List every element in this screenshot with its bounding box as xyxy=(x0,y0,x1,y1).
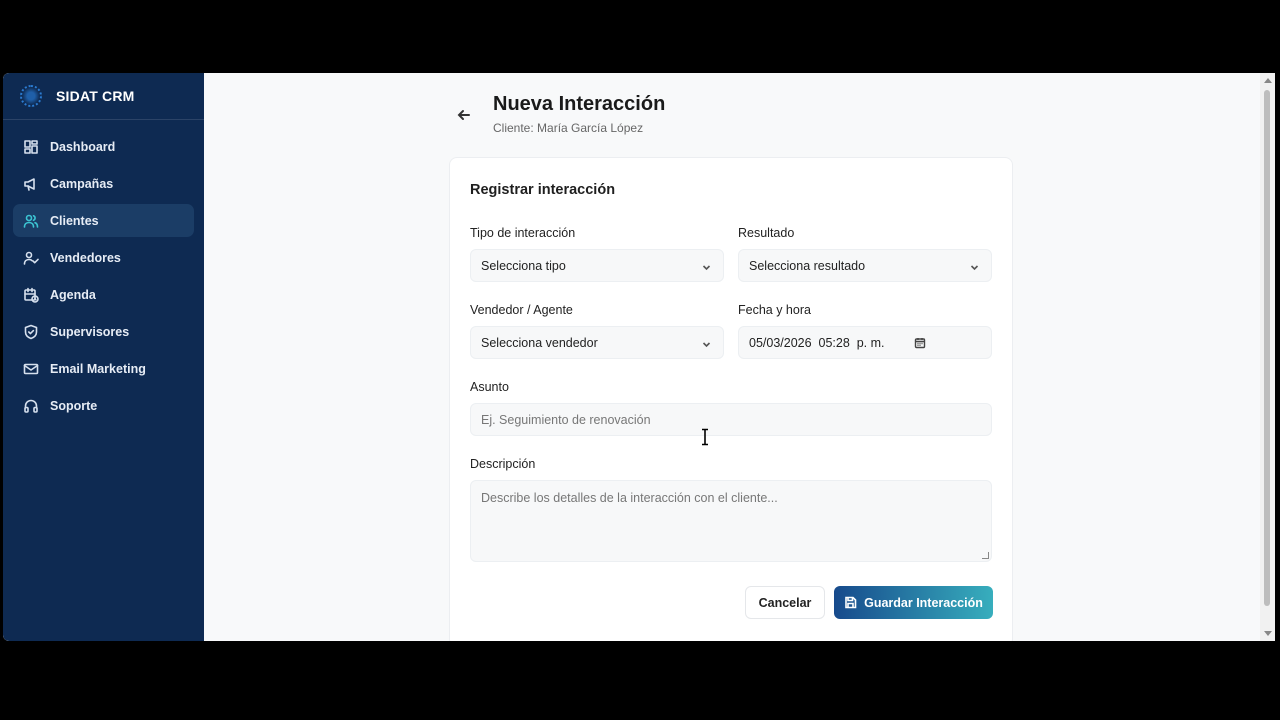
fecha-hora-value: 05/03/2026 05:28 p. m. xyxy=(749,335,885,350)
save-button-label: Guardar Interacción xyxy=(864,595,983,610)
sidebar-item-label: Vendedores xyxy=(50,250,121,265)
shield-icon xyxy=(24,324,38,339)
form-title: Registrar interacción xyxy=(470,182,616,198)
resultado-select[interactable]: Selecciona resultado xyxy=(738,249,992,282)
sidebar-item-vendedores[interactable]: Vendedores xyxy=(13,241,194,274)
users-icon xyxy=(23,214,39,228)
sidebar: SIDAT CRM Dashboard Campañas Clientes Ve… xyxy=(3,73,204,641)
save-icon xyxy=(845,596,857,609)
scroll-down-icon[interactable] xyxy=(1264,631,1272,636)
sidebar-item-label: Soporte xyxy=(50,398,98,413)
text-cursor-icon xyxy=(700,428,710,446)
mail-icon xyxy=(23,363,39,374)
sidebar-item-campanas[interactable]: Campañas xyxy=(13,167,194,200)
fecha-label: Fecha y hora xyxy=(738,303,811,317)
asunto-placeholder: Ej. Seguimiento de renovación xyxy=(481,412,651,427)
calendar-icon[interactable] xyxy=(914,337,926,349)
descripcion-placeholder: Describe los detalles de la interacción … xyxy=(481,491,778,505)
megaphone-icon xyxy=(24,177,35,191)
app-window: SIDAT CRM Dashboard Campañas Clientes Ve… xyxy=(3,73,1275,641)
resize-handle[interactable] xyxy=(982,552,989,559)
dashboard-icon xyxy=(24,139,38,154)
vendedor-select[interactable]: Selecciona vendedor xyxy=(470,326,724,359)
tipo-select[interactable]: Selecciona tipo xyxy=(470,249,724,282)
arrow-left-icon xyxy=(457,110,470,120)
tipo-label: Tipo de interacción xyxy=(470,226,576,240)
sidebar-item-label: Supervisores xyxy=(50,324,130,339)
page-title: Nueva Interacción xyxy=(493,93,666,115)
chevron-down-icon xyxy=(702,338,711,348)
asunto-input[interactable]: Ej. Seguimiento de renovación xyxy=(470,403,992,436)
interaction-form-card: Registrar interacción Tipo de interacció… xyxy=(449,157,1013,641)
brand-name: SIDAT CRM xyxy=(56,88,135,104)
headphones-icon xyxy=(24,399,38,413)
save-interaction-button[interactable]: Guardar Interacción xyxy=(834,586,993,619)
calendar-clock-icon xyxy=(24,287,39,303)
tipo-select-value: Selecciona tipo xyxy=(481,258,566,273)
cancel-button[interactable]: Cancelar xyxy=(745,586,825,619)
fecha-hora-input[interactable]: 05/03/2026 05:28 p. m. xyxy=(738,326,992,359)
sidebar-item-supervisores[interactable]: Supervisores xyxy=(13,315,194,348)
brand: SIDAT CRM xyxy=(3,73,204,120)
back-button[interactable] xyxy=(457,108,475,124)
brand-logo-icon xyxy=(20,85,42,107)
sidebar-nav: Dashboard Campañas Clientes Vendedores A… xyxy=(3,120,204,436)
resultado-label: Resultado xyxy=(738,226,795,240)
user-check-icon xyxy=(23,251,39,265)
scroll-up-icon[interactable] xyxy=(1264,78,1272,83)
sidebar-item-soporte[interactable]: Soporte xyxy=(13,389,194,422)
sidebar-item-label: Campañas xyxy=(50,176,114,191)
sidebar-item-agenda[interactable]: Agenda xyxy=(13,278,194,311)
asunto-label: Asunto xyxy=(470,380,509,394)
vertical-scrollbar[interactable] xyxy=(1260,73,1275,641)
chevron-down-icon xyxy=(702,261,711,271)
scrollbar-thumb[interactable] xyxy=(1264,90,1270,606)
sidebar-item-label: Clientes xyxy=(50,213,99,228)
sidebar-item-label: Dashboard xyxy=(50,139,116,154)
vendedor-label: Vendedor / Agente xyxy=(470,303,573,317)
descripcion-label: Descripción xyxy=(470,457,536,471)
sidebar-item-label: Agenda xyxy=(50,287,96,302)
descripcion-textarea[interactable]: Describe los detalles de la interacción … xyxy=(470,480,992,562)
page-subtitle: Cliente: María García López xyxy=(493,121,644,135)
sidebar-item-clientes[interactable]: Clientes xyxy=(13,204,194,237)
resultado-select-value: Selecciona resultado xyxy=(749,258,866,273)
vendedor-select-value: Selecciona vendedor xyxy=(481,335,598,350)
sidebar-item-label: Email Marketing xyxy=(50,361,146,376)
sidebar-item-email-marketing[interactable]: Email Marketing xyxy=(13,352,194,385)
chevron-down-icon xyxy=(970,261,979,271)
sidebar-item-dashboard[interactable]: Dashboard xyxy=(13,130,194,163)
